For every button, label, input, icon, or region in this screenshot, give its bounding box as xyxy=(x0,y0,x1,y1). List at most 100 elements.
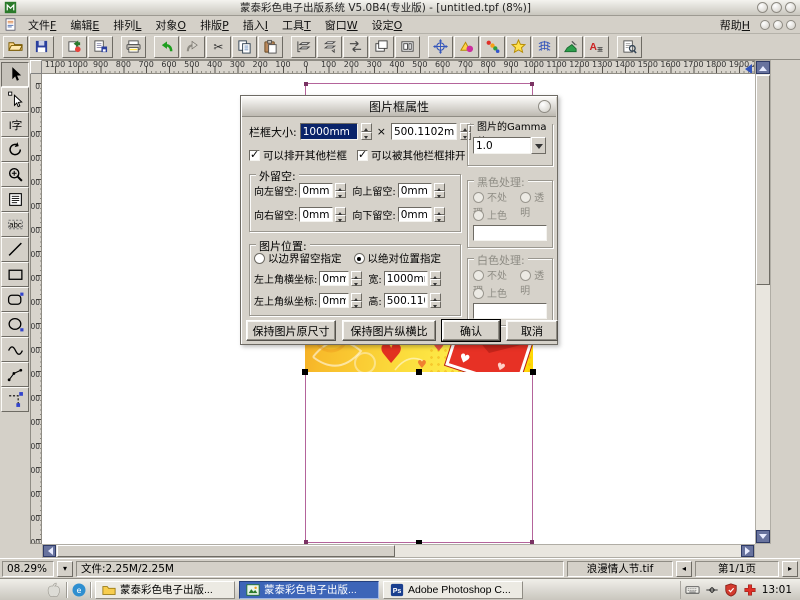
frame-width-field[interactable]: 1000mm xyxy=(300,123,358,140)
scroll-down-button[interactable] xyxy=(756,530,770,543)
vertical-scroll-thumb[interactable] xyxy=(756,75,770,285)
vertical-ruler[interactable]: 0100200300400500600700800900100011001200… xyxy=(30,74,42,544)
taskbar-button-montage[interactable]: 蒙泰彩色电子出版... xyxy=(239,581,379,599)
keep-aspect-ratio-button[interactable]: 保持图片纵横比 xyxy=(342,320,436,341)
pos-height-field[interactable] xyxy=(384,293,428,308)
bring-forward-button[interactable] xyxy=(291,36,316,58)
menu-tools[interactable]: 工具T xyxy=(275,16,318,34)
mdi-restore-button[interactable] xyxy=(773,20,783,30)
health-cross-icon[interactable] xyxy=(743,583,757,597)
combine-button[interactable] xyxy=(395,36,420,58)
gamma-value-field[interactable] xyxy=(473,137,531,154)
margin-left-field[interactable] xyxy=(299,183,333,198)
selection-handle[interactable] xyxy=(416,369,422,375)
by-absolute-radio[interactable]: 以绝对位置指定 xyxy=(354,251,442,266)
scroll-left-button[interactable] xyxy=(43,545,56,557)
print-button[interactable] xyxy=(121,36,146,58)
taskbar-button-folder[interactable]: 蒙泰彩色电子出版... xyxy=(95,581,235,599)
zoom-options-button[interactable]: ▾ xyxy=(57,561,73,577)
minimize-button[interactable] xyxy=(757,2,768,13)
rounded-rectangle-tool-button[interactable] xyxy=(1,287,29,312)
swap-order-button[interactable] xyxy=(343,36,368,58)
margin-right-field[interactable] xyxy=(299,207,333,222)
pos-width-field[interactable] xyxy=(384,271,428,286)
maximize-button[interactable] xyxy=(771,2,782,13)
paste-button[interactable] xyxy=(258,36,283,58)
pos-y-field[interactable] xyxy=(319,293,349,308)
rectangle-tool-button[interactable] xyxy=(1,262,29,287)
ruler-origin-box[interactable] xyxy=(30,60,42,74)
menu-file[interactable]: 文件F xyxy=(21,16,63,34)
pos-x-spinner[interactable] xyxy=(351,271,362,286)
keyboard-tray-icon[interactable] xyxy=(685,582,700,597)
vertical-scrollbar[interactable] xyxy=(755,60,771,544)
pos-y-spinner[interactable] xyxy=(351,293,362,308)
polyline-tool-button[interactable] xyxy=(1,362,29,387)
pos-height-spinner[interactable] xyxy=(430,293,441,308)
selection-handle[interactable] xyxy=(302,369,308,375)
scroll-up-button[interactable] xyxy=(756,61,770,74)
cut-button[interactable] xyxy=(206,36,231,58)
zoom-tool-button[interactable] xyxy=(1,162,29,187)
undo-button[interactable] xyxy=(154,36,179,58)
margin-bottom-field[interactable] xyxy=(398,207,432,222)
path-tool-button[interactable] xyxy=(1,387,29,412)
direct-select-tool-button[interactable] xyxy=(1,87,29,112)
gamma-dropdown-button[interactable] xyxy=(531,137,546,154)
menu-settings[interactable]: 设定O xyxy=(365,16,410,34)
menu-object[interactable]: 对象O xyxy=(148,16,193,34)
export-page-button[interactable] xyxy=(88,36,113,58)
start-apple-icon[interactable] xyxy=(44,581,62,599)
taskbar-button-photoshop[interactable]: Adobe Photoshop C... xyxy=(383,581,523,599)
quick-launch-icon[interactable]: e xyxy=(71,582,86,597)
margin-top-spinner[interactable] xyxy=(434,183,445,198)
copy-button[interactable] xyxy=(232,36,257,58)
cancel-button[interactable]: 取消 xyxy=(506,320,558,341)
by-margin-radio[interactable]: 以边界留空指定 xyxy=(254,251,342,266)
text-tool-button[interactable] xyxy=(1,112,29,137)
color-spray-button[interactable] xyxy=(480,36,505,58)
open-button[interactable] xyxy=(3,36,28,58)
star-button[interactable] xyxy=(506,36,531,58)
network-tray-icon[interactable] xyxy=(705,583,719,597)
frame-height-field[interactable] xyxy=(391,123,457,140)
push-others-checkbox[interactable]: 可以排开其他栏框 xyxy=(249,148,347,163)
select-tool-button[interactable] xyxy=(1,62,29,87)
mdi-minimize-button[interactable] xyxy=(760,20,770,30)
frame-width-spinner[interactable] xyxy=(361,123,372,140)
margin-top-field[interactable] xyxy=(398,183,432,198)
fill-button[interactable] xyxy=(558,36,583,58)
save-button[interactable] xyxy=(29,36,54,58)
horizontal-scroll-thumb[interactable] xyxy=(57,545,395,557)
prev-image-button[interactable]: ◂ xyxy=(676,561,692,577)
preview-button[interactable] xyxy=(617,36,642,58)
menu-edit[interactable]: 编辑E xyxy=(63,16,106,34)
ellipse-tool-button[interactable] xyxy=(1,312,29,337)
horizontal-scrollbar[interactable] xyxy=(42,544,755,558)
menu-arrange[interactable]: 排列L xyxy=(106,16,148,34)
dialog-titlebar[interactable]: 图片框属性 xyxy=(242,97,556,117)
line-tool-button[interactable] xyxy=(1,237,29,262)
next-page-button[interactable]: ▸ xyxy=(782,561,798,577)
margin-bottom-spinner[interactable] xyxy=(434,207,445,222)
menu-layout[interactable]: 排版P xyxy=(193,16,236,34)
margin-right-spinner[interactable] xyxy=(335,207,346,222)
selection-handle[interactable] xyxy=(530,369,536,375)
margin-left-spinner[interactable] xyxy=(335,183,346,198)
pushed-by-others-checkbox[interactable]: 可以被其他栏框排开 xyxy=(357,148,466,163)
send-backward-button[interactable] xyxy=(317,36,342,58)
scroll-right-button[interactable] xyxy=(741,545,754,557)
horizontal-ruler[interactable]: 1100100090080070060050040030020010001002… xyxy=(42,60,755,74)
pos-x-field[interactable] xyxy=(319,271,349,286)
import-image-button[interactable] xyxy=(62,36,87,58)
menu-help[interactable]: 帮助H xyxy=(713,16,757,34)
keep-original-size-button[interactable]: 保持图片原尺寸 xyxy=(246,320,336,341)
position-button[interactable] xyxy=(428,36,453,58)
menu-insert[interactable]: 插入I xyxy=(236,16,275,34)
ok-button[interactable]: 确认 xyxy=(442,320,500,341)
mdi-close-button[interactable] xyxy=(786,20,796,30)
text-format-button[interactable] xyxy=(584,36,609,58)
text-block-tool-button[interactable] xyxy=(1,187,29,212)
curve-tool-button[interactable] xyxy=(1,337,29,362)
abc-tool-button[interactable] xyxy=(1,212,29,237)
